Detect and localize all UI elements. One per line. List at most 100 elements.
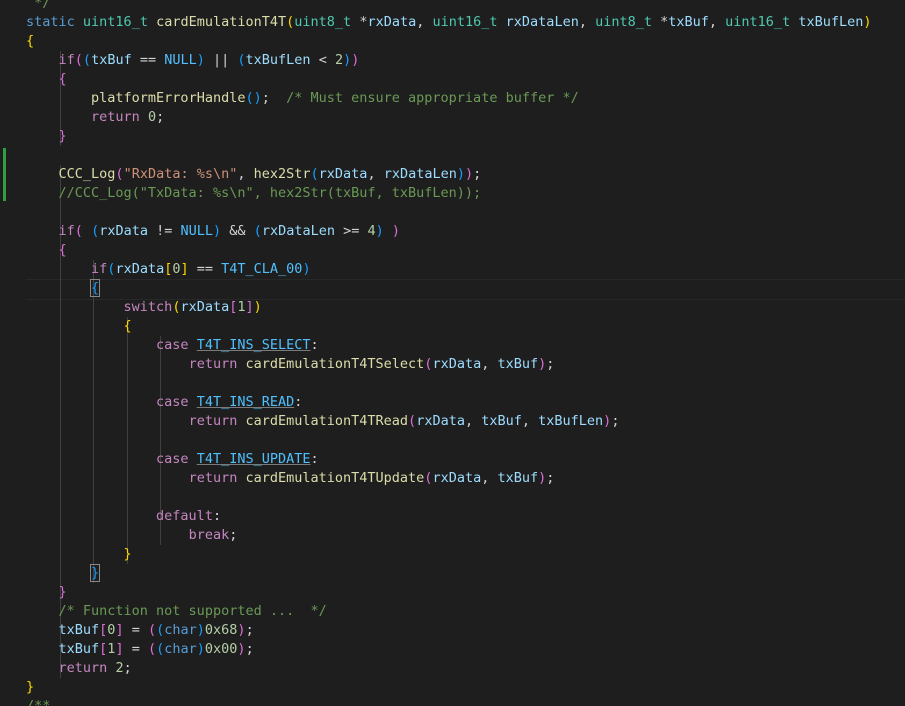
code-token: ; (546, 470, 555, 486)
code-token: */ (26, 0, 51, 11)
code-line[interactable]: return cardEmulationT4TSelect(rxData, tx… (26, 355, 555, 374)
code-line[interactable]: */ (26, 0, 50, 13)
code-line[interactable]: txBuf[0] = ((char)0x68); (26, 621, 254, 640)
code-token: txBufLen (245, 52, 311, 68)
code-token: ] (115, 641, 124, 657)
code-token: ) (237, 622, 246, 638)
code-token: rxData (99, 223, 148, 239)
code-line[interactable]: if(rxData[0] == T4T_CLA_00) (26, 260, 311, 279)
code-line[interactable]: } (26, 564, 101, 583)
code-line[interactable]: static uint16_t cardEmulationT4T(uint8_t… (26, 13, 872, 32)
code-line[interactable]: } (26, 583, 67, 602)
code-token: ( (147, 641, 157, 657)
code-token: uint16_t (432, 14, 498, 30)
code-token: txBufLen (798, 14, 864, 30)
code-line[interactable]: return 0; (26, 108, 164, 127)
code-token: "RxData: %s\n" (123, 166, 238, 182)
code-token: case (156, 451, 189, 467)
code-line[interactable]: { (26, 32, 34, 51)
code-token: , (237, 166, 254, 182)
code-line[interactable]: { (26, 317, 132, 336)
code-token: ) (253, 299, 262, 315)
code-token: ( (82, 52, 92, 68)
code-token: ; (245, 622, 254, 638)
code-line[interactable]: { (26, 279, 101, 298)
code-line[interactable]: /* Function not supported ... */ (26, 602, 327, 621)
code-line[interactable]: platformErrorHandle(); /* Must ensure ap… (26, 89, 579, 108)
code-token: ( (310, 166, 319, 182)
code-token: ; (546, 356, 555, 372)
code-line[interactable]: /** (26, 697, 50, 706)
code-token: cardEmulationT4TUpdate (245, 470, 425, 486)
code-line[interactable]: //CCC_Log("TxData: %s\n", hex2Str(txBuf,… (26, 184, 482, 203)
code-line[interactable]: return 2; (26, 659, 132, 678)
code-line[interactable]: } (26, 545, 132, 564)
code-token: 1 (237, 299, 246, 315)
code-token: , (708, 14, 726, 30)
code-token: 4 (367, 223, 376, 239)
code-token: uint8_t (294, 14, 352, 30)
code-token: ; (123, 660, 132, 676)
code-token: , (464, 413, 482, 429)
code-line[interactable]: default: (26, 507, 221, 526)
code-line[interactable]: if( (rxData != NULL) && (rxDataLen >= 4)… (26, 222, 401, 241)
code-token: { (58, 242, 67, 258)
code-line[interactable]: { (26, 70, 67, 89)
code-line[interactable]: case T4T_INS_UPDATE: (26, 450, 319, 469)
code-line[interactable]: } (26, 127, 67, 146)
code-token: rxData (416, 413, 465, 429)
code-token: T4T_INS_UPDATE (196, 451, 311, 467)
code-token: T4T_INS_SELECT (196, 337, 311, 353)
code-token: 0 (172, 261, 181, 277)
code-token: char (164, 622, 197, 638)
code-token: ] (245, 299, 254, 315)
code-token: return (91, 109, 140, 125)
code-line[interactable]: break; (26, 526, 238, 545)
code-line[interactable]: return cardEmulationT4TUpdate(rxData, tx… (26, 469, 555, 488)
code-line[interactable]: CCC_Log("RxData: %s\n", hex2Str(rxData, … (26, 165, 482, 184)
code-line[interactable]: } (26, 678, 34, 697)
code-token: == (131, 52, 165, 68)
code-token: ( (74, 52, 83, 68)
code-token: ( (74, 223, 83, 239)
code-token: uint16_t (725, 14, 791, 30)
code-editor[interactable]: */ static uint16_t cardEmulationT4T(uint8… (0, 0, 905, 706)
code-token: rxDataLen (505, 14, 579, 30)
code-token: * (652, 14, 669, 30)
code-line[interactable]: case T4T_INS_SELECT: (26, 336, 319, 355)
code-line[interactable]: return cardEmulationT4TRead(rxData, txBu… (26, 412, 620, 431)
code-token: rxDataLen (261, 223, 335, 239)
code-token: ( (115, 166, 124, 182)
code-line[interactable]: txBuf[1] = ((char)0x00); (26, 640, 254, 659)
code-token: return (58, 660, 108, 676)
code-token: , (481, 470, 498, 486)
code-token: 2 (334, 52, 344, 68)
code-line[interactable]: case T4T_INS_READ: (26, 393, 302, 412)
code-token: && (221, 223, 254, 239)
code-token: T4T_CLA_00 (221, 261, 303, 277)
code-token: rxData (432, 470, 482, 486)
code-line[interactable]: { (26, 241, 67, 260)
code-line[interactable]: switch(rxData[1]) (26, 298, 262, 317)
code-token: } (58, 128, 67, 144)
code-line[interactable]: if((txBuf == NULL) || (txBufLen < 2)) (26, 51, 360, 70)
code-token: == (188, 261, 222, 277)
git-modified-marker (3, 148, 6, 201)
code-token: = (123, 641, 148, 657)
